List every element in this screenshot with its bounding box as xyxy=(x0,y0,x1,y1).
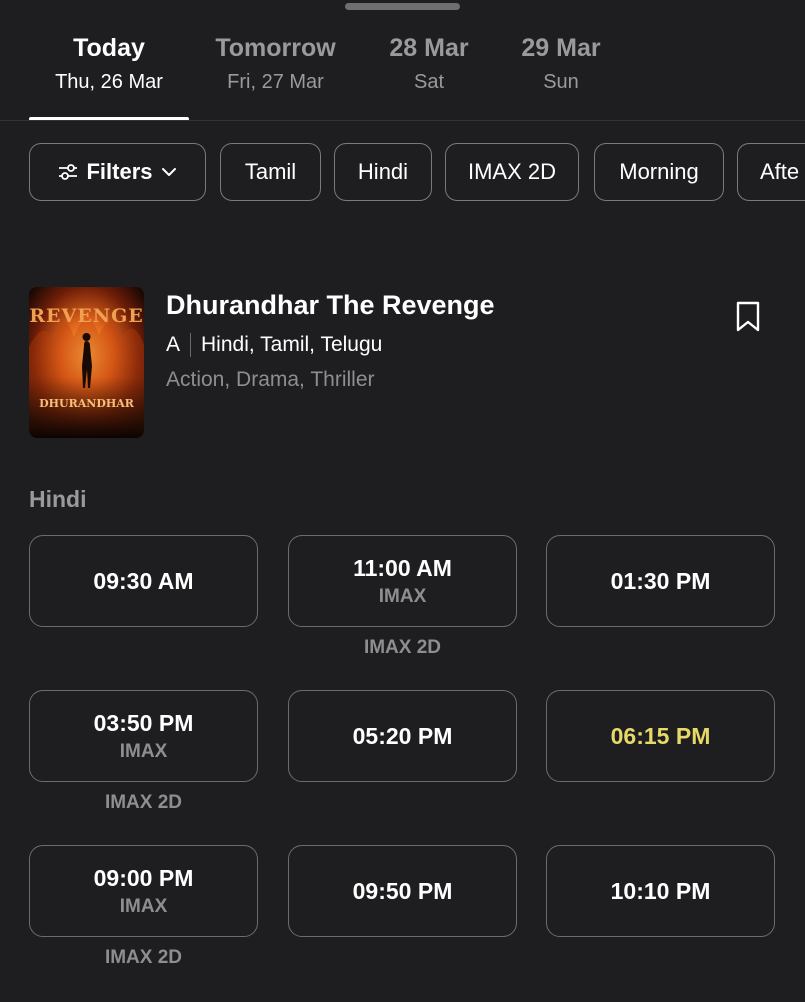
showtime-format: IMAX xyxy=(119,895,168,917)
chevron-down-icon xyxy=(161,167,177,177)
showtime-time: 09:50 PM xyxy=(352,878,453,904)
certificate-rating: A xyxy=(166,333,181,356)
tab-29-mar[interactable]: 29 Mar Sun xyxy=(503,33,619,95)
showtime-slot[interactable]: 06:15 PM xyxy=(546,690,775,782)
showtime-screen-type: IMAX 2D xyxy=(104,947,183,968)
chip-label: Hindi xyxy=(357,159,409,184)
chip-afternoon[interactable]: Afte xyxy=(737,143,805,201)
tab-date: Sat xyxy=(413,71,445,93)
showtime-time: 03:50 PM xyxy=(93,709,194,736)
language-section-label: Hindi xyxy=(29,486,87,512)
showtime-time: 05:20 PM xyxy=(352,723,453,749)
tab-date: Sun xyxy=(543,71,579,93)
tab-tomorrow[interactable]: Tomorrow Fri, 27 Mar xyxy=(200,33,351,95)
showtime-slot[interactable]: 03:50 PM IMAX xyxy=(29,690,258,782)
tab-label: 29 Mar xyxy=(521,34,601,62)
movie-meta: A Hindi, Tamil, Telugu xyxy=(166,331,382,359)
bookmark-icon[interactable] xyxy=(735,301,761,333)
poster-title-bottom: DHURANDHAR xyxy=(39,397,134,410)
chip-label: Tamil xyxy=(244,159,297,184)
meta-divider xyxy=(190,333,192,357)
showtime-screen-type: IMAX 2D xyxy=(104,792,183,813)
movie-poster[interactable]: REVENGE DHURANDHAR xyxy=(29,287,144,438)
chip-label: Morning xyxy=(619,159,699,184)
showtime-screen-type: IMAX 2D xyxy=(363,637,442,658)
filters-label: Filters xyxy=(86,159,153,184)
showtime-format: IMAX xyxy=(119,740,168,762)
chip-morning[interactable]: Morning xyxy=(594,143,724,201)
showtime-slot[interactable]: 09:50 PM xyxy=(288,845,517,937)
showtime-slot[interactable]: 01:30 PM xyxy=(546,535,775,627)
tab-label: 28 Mar xyxy=(389,34,469,62)
tab-date: Thu, 26 Mar xyxy=(55,71,163,93)
showtime-time: 11:00 AM xyxy=(353,554,452,581)
chip-hindi[interactable]: Hindi xyxy=(334,143,432,201)
chip-tamil[interactable]: Tamil xyxy=(220,143,321,201)
tabs-divider xyxy=(0,120,805,121)
showtime-slot[interactable]: 09:30 AM xyxy=(29,535,258,627)
tab-label: Tomorrow xyxy=(215,34,336,62)
date-tabs: Today Thu, 26 Mar Tomorrow Fri, 27 Mar 2… xyxy=(0,0,805,121)
showtime-time: 10:10 PM xyxy=(610,878,711,904)
showtime-time: 09:30 AM xyxy=(93,568,194,594)
tab-today[interactable]: Today Thu, 26 Mar xyxy=(29,33,189,95)
poster-title-top: REVENGE xyxy=(29,305,144,327)
filters-button[interactable]: Filters xyxy=(29,143,206,201)
showtime-slot[interactable]: 05:20 PM xyxy=(288,690,517,782)
chip-imax-2d[interactable]: IMAX 2D xyxy=(445,143,579,201)
showtime-format: IMAX xyxy=(378,585,427,607)
showtime-slot[interactable]: 09:00 PM IMAX xyxy=(29,845,258,937)
chip-label: IMAX 2D xyxy=(467,159,557,184)
chip-label: Afte xyxy=(760,159,800,184)
showtime-time: 06:15 PM xyxy=(610,723,711,749)
showtime-slot[interactable]: 11:00 AM IMAX xyxy=(288,535,517,627)
movie-genres: Action, Drama, Thriller xyxy=(166,368,375,391)
tab-date: Fri, 27 Mar xyxy=(227,71,324,93)
movie-title[interactable]: Dhurandhar The Revenge xyxy=(166,288,495,322)
tab-28-mar[interactable]: 28 Mar Sat xyxy=(371,33,487,95)
movie-languages: Hindi, Tamil, Telugu xyxy=(201,333,383,356)
showtime-time: 09:00 PM xyxy=(93,864,194,891)
tab-label: Today xyxy=(73,34,145,62)
showtime-time: 01:30 PM xyxy=(610,568,711,594)
showtime-slot[interactable]: 10:10 PM xyxy=(546,845,775,937)
sliders-icon xyxy=(58,163,78,181)
